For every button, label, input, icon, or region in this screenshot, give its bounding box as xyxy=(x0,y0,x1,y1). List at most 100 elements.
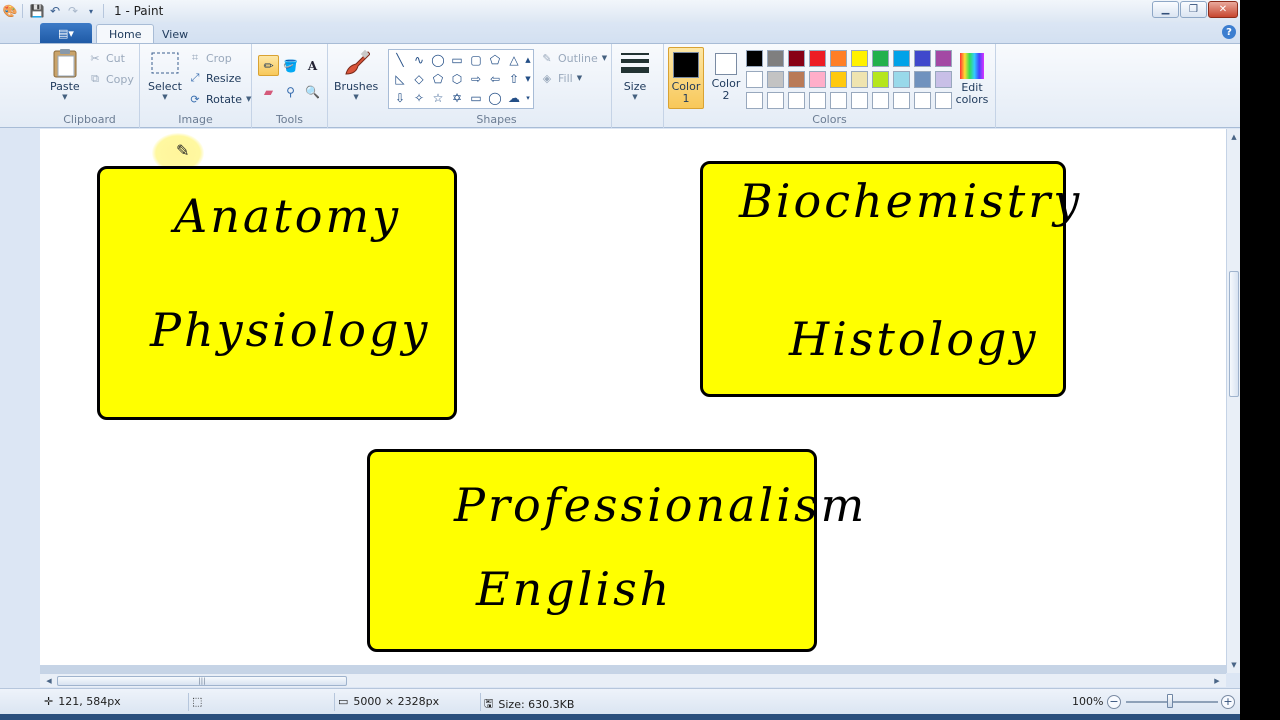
fill-button[interactable]: ◈ Fill ▼ xyxy=(540,71,582,85)
line-shape-icon[interactable]: ╲ xyxy=(391,51,409,69)
curve-shape-icon[interactable]: ∿ xyxy=(410,51,428,69)
pentagon-shape-icon[interactable]: ⬠ xyxy=(429,70,447,88)
redo-icon[interactable]: ↷ xyxy=(65,3,81,19)
palette-swatch[interactable] xyxy=(830,50,847,67)
palette-swatch[interactable] xyxy=(746,50,763,67)
palette-swatch[interactable] xyxy=(767,50,784,67)
text-tool[interactable]: A xyxy=(302,55,323,76)
resize-button[interactable]: ⤢ Resize xyxy=(188,71,242,85)
palette-swatch[interactable] xyxy=(914,71,931,88)
palette-swatch[interactable] xyxy=(809,92,826,109)
callout-oval-shape-icon[interactable]: ◯ xyxy=(486,89,504,107)
undo-icon[interactable]: ↶ xyxy=(47,3,63,19)
palette-swatch[interactable] xyxy=(767,92,784,109)
palette-swatch[interactable] xyxy=(935,50,952,67)
palette-swatch[interactable] xyxy=(935,92,952,109)
zoom-in-button[interactable]: + xyxy=(1221,695,1235,709)
vertical-scroll-thumb[interactable] xyxy=(1229,271,1239,397)
palette-swatch[interactable] xyxy=(914,92,931,109)
minimize-button[interactable]: ▁ xyxy=(1152,1,1179,18)
palette-swatch[interactable] xyxy=(914,50,931,67)
right-triangle-shape-icon[interactable]: ◺ xyxy=(391,70,409,88)
save-icon[interactable]: 💾 xyxy=(29,3,45,19)
callout-rect-shape-icon[interactable]: ▭ xyxy=(467,89,485,107)
hexagon-shape-icon[interactable]: ⬡ xyxy=(448,70,466,88)
arrow-down-shape-icon[interactable]: ⇩ xyxy=(391,89,409,107)
palette-swatch[interactable] xyxy=(767,71,784,88)
quick-access-dropdown-icon[interactable]: ▾ xyxy=(83,3,99,19)
tab-home[interactable]: Home xyxy=(96,24,155,44)
rounded-rectangle-shape-icon[interactable]: ▢ xyxy=(467,51,485,69)
palette-swatch[interactable] xyxy=(872,50,889,67)
palette-swatch[interactable] xyxy=(788,50,805,67)
palette-swatch[interactable] xyxy=(746,71,763,88)
palette-swatch[interactable] xyxy=(893,92,910,109)
gallery-expand-icon[interactable]: ▾ xyxy=(523,89,533,107)
palette-swatch[interactable] xyxy=(788,92,805,109)
scroll-down-icon[interactable]: ▼ xyxy=(1227,659,1240,671)
palette-swatch[interactable] xyxy=(893,71,910,88)
cloud-callout-shape-icon[interactable]: ☁ xyxy=(505,89,523,107)
brushes-button[interactable]: Brushes ▼ xyxy=(334,48,378,101)
color2-selector[interactable]: Color 2 xyxy=(708,47,744,109)
status-bar: ✛ 121, 584px ⬚ ▭ 5000 × 2328px 🖫 Size: 630.… xyxy=(0,688,1240,714)
rotate-button[interactable]: ⟳ Rotate ▼ xyxy=(188,92,251,106)
pencil-tool[interactable]: ✏ xyxy=(258,55,279,76)
size-button[interactable]: Size ▼ xyxy=(621,48,649,101)
palette-swatch[interactable] xyxy=(851,71,868,88)
scroll-left-icon[interactable]: ◀ xyxy=(42,674,56,688)
arrow-up-shape-icon[interactable]: ⇧ xyxy=(505,70,523,88)
paste-button[interactable]: Paste ▼ xyxy=(50,48,80,101)
oval-shape-icon[interactable]: ◯ xyxy=(429,51,447,69)
gallery-scroll-down-icon[interactable]: ▼ xyxy=(523,70,533,88)
outline-button[interactable]: ✎ Outline ▼ xyxy=(540,51,607,65)
palette-swatch[interactable] xyxy=(872,71,889,88)
four-point-star-shape-icon[interactable]: ✧ xyxy=(410,89,428,107)
palette-swatch[interactable] xyxy=(851,50,868,67)
palette-swatch[interactable] xyxy=(830,71,847,88)
palette-swatch[interactable] xyxy=(893,50,910,67)
color1-selector[interactable]: Color 1 xyxy=(668,47,704,109)
vertical-scrollbar[interactable]: ▲ ▼ xyxy=(1226,129,1240,673)
five-point-star-shape-icon[interactable]: ☆ xyxy=(429,89,447,107)
palette-swatch[interactable] xyxy=(851,92,868,109)
horizontal-scroll-thumb[interactable]: ||| xyxy=(57,676,347,686)
restore-button[interactable]: ❐ xyxy=(1180,1,1207,18)
crop-button[interactable]: ⌗ Crop xyxy=(188,51,232,65)
palette-swatch[interactable] xyxy=(830,92,847,109)
close-button[interactable]: ✕ xyxy=(1208,1,1238,18)
rectangle-shape-icon[interactable]: ▭ xyxy=(448,51,466,69)
file-menu-button[interactable]: ▤▾ xyxy=(40,23,92,43)
six-point-star-shape-icon[interactable]: ✡ xyxy=(448,89,466,107)
copy-button[interactable]: ⧉ Copy xyxy=(88,72,134,86)
zoom-slider-thumb[interactable] xyxy=(1167,694,1173,708)
palette-swatch[interactable] xyxy=(809,50,826,67)
diamond-shape-icon[interactable]: ◇ xyxy=(410,70,428,88)
palette-swatch[interactable] xyxy=(746,92,763,109)
gallery-scroll-up-icon[interactable]: ▲ xyxy=(523,51,533,69)
palette-swatch[interactable] xyxy=(872,92,889,109)
cut-button[interactable]: ✂ Cut xyxy=(88,51,125,65)
palette-swatch[interactable] xyxy=(809,71,826,88)
palette-swatch[interactable] xyxy=(788,71,805,88)
magnifier-tool[interactable]: 🔍 xyxy=(302,81,323,102)
horizontal-scrollbar[interactable]: ◀ ||| ▶ xyxy=(40,673,1226,687)
edit-colors-button[interactable]: Edit colors xyxy=(954,49,990,109)
drawing-canvas[interactable]: ✎ Anatomy Physiology Biochemistry Histol… xyxy=(40,129,1226,665)
triangle-shape-icon[interactable]: △ xyxy=(505,51,523,69)
tab-view[interactable]: View xyxy=(150,24,200,44)
select-button[interactable]: Select ▼ xyxy=(148,48,182,101)
polygon-shape-icon[interactable]: ⬠ xyxy=(486,51,504,69)
zoom-out-button[interactable]: − xyxy=(1107,695,1121,709)
scroll-right-icon[interactable]: ▶ xyxy=(1210,674,1224,688)
paint-app-icon[interactable]: 🎨 xyxy=(2,3,18,19)
fill-tool[interactable]: 🪣 xyxy=(280,55,301,76)
eraser-tool[interactable]: ▰ xyxy=(258,81,279,102)
help-icon[interactable]: ? xyxy=(1222,25,1236,39)
arrow-left-shape-icon[interactable]: ⇦ xyxy=(486,70,504,88)
scroll-up-icon[interactable]: ▲ xyxy=(1227,131,1240,143)
palette-swatch[interactable] xyxy=(935,71,952,88)
color-picker-tool[interactable]: ⚲ xyxy=(280,81,301,102)
arrow-right-shape-icon[interactable]: ⇨ xyxy=(467,70,485,88)
copy-label: Copy xyxy=(106,72,134,86)
